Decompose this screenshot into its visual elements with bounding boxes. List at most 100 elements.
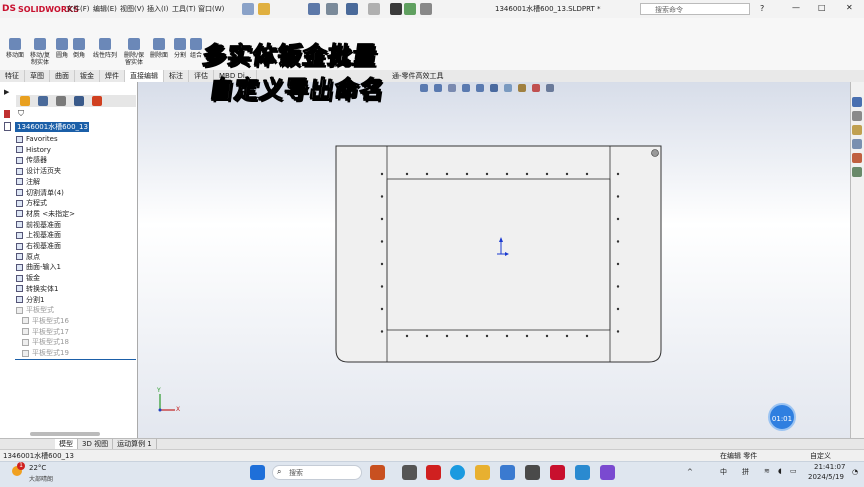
file-explorer-icon[interactable]: [852, 139, 862, 149]
tree-item[interactable]: 原点: [16, 252, 40, 262]
tree-item-icon: [22, 328, 29, 336]
recording-timer[interactable]: 01:01: [768, 403, 796, 431]
video-caption-line-1: 多实体钣金批量: [200, 42, 380, 71]
recorder-icon[interactable]: [575, 465, 590, 480]
task-view-icon[interactable]: [402, 465, 417, 480]
weather-desc: 大部晴朗: [29, 476, 54, 483]
tree-item[interactable]: 右视基准面: [16, 241, 61, 251]
hole-dot: [445, 172, 449, 176]
display-manager-tab-icon[interactable]: [92, 96, 102, 106]
tree-item-icon: [22, 317, 29, 325]
hole-dot: [425, 334, 429, 338]
tree-item[interactable]: 平板型式17: [22, 327, 69, 337]
tree-item-icon: [16, 231, 23, 239]
tree-item-label: 曲面-输入1: [26, 263, 61, 272]
ime-mode-indicator[interactable]: 中: [720, 467, 727, 477]
file-explorer-taskbar-icon[interactable]: [475, 465, 490, 480]
status-units[interactable]: 自定义: [810, 451, 831, 461]
tree-item[interactable]: 设计活页夹: [16, 166, 61, 176]
hole-dot: [380, 285, 384, 288]
tree-item-icon: [16, 167, 23, 175]
tree-item[interactable]: 平板型式16: [22, 316, 69, 326]
part-name-edit-field[interactable]: 1346001水槽600_13: [15, 122, 89, 132]
tab-motion-study[interactable]: 运动算例 1: [113, 439, 157, 449]
tree-item[interactable]: 曲面-输入1: [16, 262, 61, 272]
hole-dot: [465, 334, 469, 338]
tree-item-label: 上视基准面: [26, 231, 61, 240]
tray-overflow-icon[interactable]: ^: [687, 468, 693, 476]
design-library-icon[interactable]: [852, 125, 862, 135]
hole-dot: [525, 172, 529, 176]
tree-item[interactable]: 切割清单(4): [16, 188, 64, 198]
expand-arrow-icon[interactable]: ▶: [4, 88, 9, 96]
solidworks-taskbar-icon[interactable]: [550, 465, 565, 480]
tree-item-icon: [22, 349, 29, 357]
youdao-icon[interactable]: [426, 465, 441, 480]
tree-item[interactable]: 方程式: [16, 198, 47, 208]
tree-item[interactable]: 平板型式19: [22, 348, 69, 358]
tree-item-label: 设计活页夹: [26, 167, 61, 176]
tree-item-label: 注解: [26, 177, 40, 186]
tree-item[interactable]: Favorites: [16, 134, 58, 144]
hole-dot: [425, 172, 429, 176]
dimxpert-tab-icon[interactable]: [74, 96, 84, 106]
panel-scrollbar[interactable]: [30, 432, 100, 436]
video-caption-line-2: 自定义导出命名: [207, 76, 387, 105]
tree-item-label: 右视基准面: [26, 242, 61, 250]
visual-studio-icon[interactable]: [600, 465, 615, 480]
tree-item-icon: [16, 135, 23, 143]
tree-item[interactable]: 分割1: [16, 295, 44, 305]
tab-model[interactable]: 模型: [55, 439, 78, 449]
tree-item[interactable]: 材质 <未指定>: [16, 209, 75, 219]
hole-dot: [616, 217, 620, 221]
filter-icon[interactable]: ⛉: [18, 109, 24, 119]
hole-dot: [616, 195, 620, 198]
hole-dot: [616, 262, 620, 266]
rollback-icon[interactable]: [4, 110, 10, 118]
wifi-icon[interactable]: ≋: [764, 467, 770, 475]
tree-item[interactable]: 上视基准面: [16, 230, 61, 240]
model-tabs: 模型 3D 视图 运动算例 1: [0, 438, 864, 449]
tree-item-icon: [16, 178, 23, 186]
hole-dot: [405, 172, 409, 176]
configuration-manager-tab-icon[interactable]: [56, 96, 66, 106]
battery-icon[interactable]: ▭: [790, 467, 797, 475]
resources-icon[interactable]: [852, 111, 862, 121]
ime-indicator[interactable]: 拼: [742, 467, 749, 477]
tree-item[interactable]: 传感器: [16, 155, 47, 165]
wps-icon[interactable]: [500, 465, 515, 480]
windows-start-icon[interactable]: [250, 465, 265, 480]
edge-icon[interactable]: [450, 465, 465, 480]
tree-item-label: 平板型式16: [32, 316, 69, 325]
weather-widget-icon[interactable]: [370, 465, 385, 480]
tree-item[interactable]: 平板型式: [16, 305, 54, 315]
tree-item[interactable]: 注解: [16, 177, 40, 187]
notification-icon[interactable]: ◔: [852, 468, 858, 476]
app-icon[interactable]: [525, 465, 540, 480]
tree-item-icon: [16, 189, 23, 196]
tree-item-icon: [16, 263, 23, 271]
hole-dot: [380, 307, 384, 311]
tree-item[interactable]: 转换实体1: [16, 284, 58, 294]
hole-dot: [465, 172, 469, 176]
appearances-icon[interactable]: [852, 153, 862, 163]
clock-date[interactable]: 2024/5/19: [808, 473, 844, 481]
custom-properties-icon[interactable]: [852, 167, 862, 177]
tree-item[interactable]: 平板型式18: [22, 337, 69, 347]
tree-item-label: 分割1: [26, 295, 45, 304]
tree-item[interactable]: 前视基准面: [16, 220, 61, 230]
hole-dot: [616, 307, 620, 311]
taskbar-search[interactable]: 搜索: [272, 465, 362, 480]
hole-dot: [380, 240, 384, 243]
tree-item[interactable]: 钣金: [16, 273, 40, 283]
tree-item-label: 方程式: [26, 199, 47, 208]
property-manager-tab-icon[interactable]: [38, 96, 48, 106]
tree-item[interactable]: History: [16, 145, 51, 155]
hole-dot: [616, 330, 620, 333]
tab-3d-view[interactable]: 3D 视图: [78, 439, 114, 449]
tree-item-label: 材质 <未指定>: [26, 209, 75, 218]
volume-icon[interactable]: ◖: [778, 467, 782, 475]
home-icon[interactable]: [852, 97, 862, 107]
feature-manager-tab-icon[interactable]: [20, 96, 30, 106]
clock-time[interactable]: 21:41:07: [814, 463, 845, 471]
